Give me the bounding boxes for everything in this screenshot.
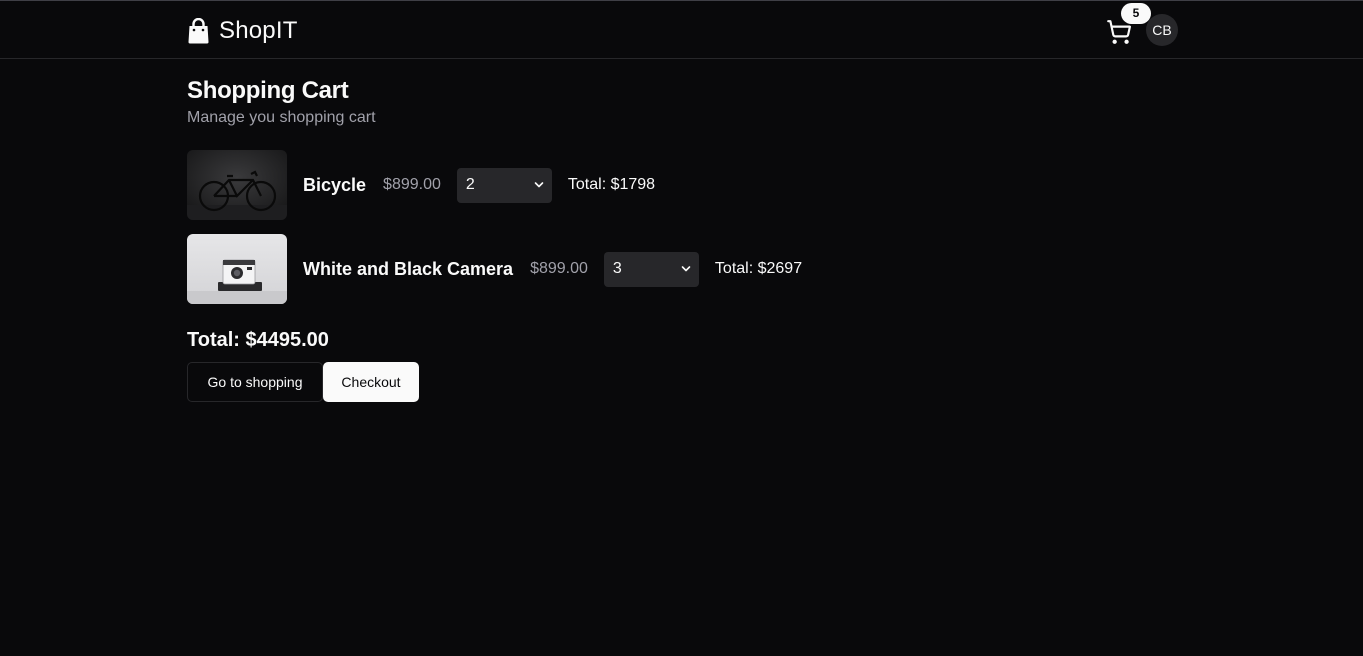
cart-button[interactable]: 5 [1104,3,1151,46]
item-price: $899.00 [383,176,441,193]
cart-item: Bicycle $899.00 2 Total: $1798 [187,150,1177,220]
cart-grand-total: Total: $4495.00 [187,329,329,351]
quantity-value: 2 [465,175,475,193]
cart-page: Shopping Cart Manage you shopping cart B… [187,77,1177,402]
item-total: Total: $2697 [714,260,803,277]
chevron-down-icon [534,181,544,187]
page-title: Shopping Cart [187,77,349,104]
cart-count-badge: 5 [1121,3,1151,24]
shopping-bag-icon [187,18,210,44]
camera-image [187,234,287,304]
quantity-value: 3 [612,259,622,277]
chevron-down-icon [681,265,691,271]
item-name[interactable]: White and Black Camera [303,259,513,280]
cart-actions: Go to shopping Checkout [187,362,1177,402]
brand-name: ShopIT [219,17,298,44]
item-name[interactable]: Bicycle [303,175,366,196]
bicycle-image [187,150,287,220]
checkout-button[interactable]: Checkout [323,362,419,402]
nav-actions: 5 CB [1104,3,1178,46]
go-to-shopping-button[interactable]: Go to shopping [187,362,323,402]
brand-link[interactable]: ShopIT [187,17,298,45]
item-price: $899.00 [530,260,588,277]
cart-item: White and Black Camera $899.00 3 Total: … [187,234,1177,304]
user-avatar[interactable]: CB [1146,14,1178,46]
navbar: ShopIT 5 CB [0,1,1363,59]
quantity-select[interactable]: 2 [456,167,552,203]
item-total: Total: $1798 [567,176,656,193]
quantity-select[interactable]: 3 [603,251,699,287]
cart-items-list: Bicycle $899.00 2 Total: $1798 White and… [187,150,1177,304]
page-subtitle: Manage you shopping cart [187,109,376,126]
